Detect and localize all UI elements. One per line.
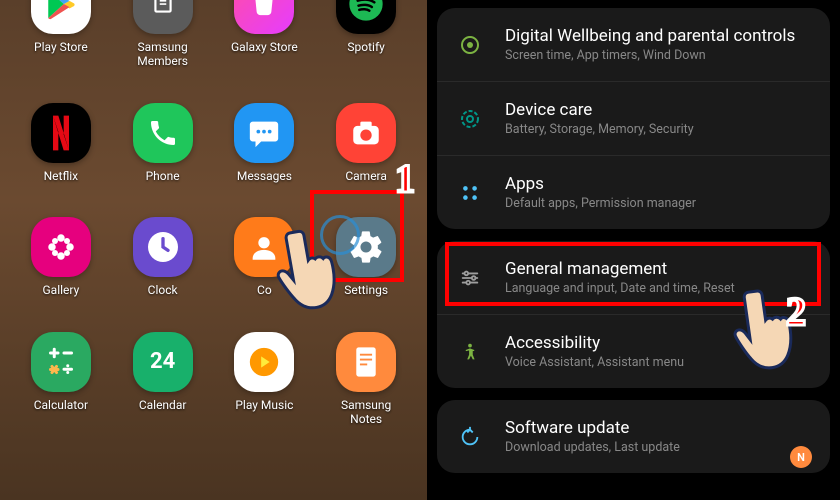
notes-icon bbox=[336, 332, 396, 392]
app-label: Netflix bbox=[44, 169, 79, 183]
netflix-icon bbox=[31, 103, 91, 163]
app-play-store[interactable]: Play Store bbox=[18, 0, 104, 69]
settings-digital-wellbeing[interactable]: Digital Wellbeing and parental controls … bbox=[437, 8, 830, 81]
calendar-icon: 24 bbox=[133, 332, 193, 392]
settings-device-care[interactable]: Device care Battery, Storage, Memory, Se… bbox=[437, 81, 830, 155]
app-label: Calculator bbox=[34, 398, 88, 412]
app-phone[interactable]: Phone bbox=[120, 103, 206, 183]
item-subtitle: Battery, Storage, Memory, Security bbox=[505, 122, 694, 137]
app-label: Play Music bbox=[235, 398, 293, 412]
phone-icon bbox=[133, 103, 193, 163]
app-label: Co bbox=[257, 283, 272, 297]
app-label: Calendar bbox=[139, 398, 187, 412]
item-subtitle: Voice Assistant, Assistant menu bbox=[505, 355, 684, 370]
galaxy-store-icon bbox=[234, 0, 294, 34]
play-music-icon bbox=[234, 332, 294, 392]
calendar-day: 24 bbox=[150, 349, 175, 374]
item-title: Digital Wellbeing and parental controls bbox=[505, 26, 795, 46]
apps-icon bbox=[455, 178, 485, 208]
update-icon bbox=[455, 422, 485, 452]
pointer-hand-icon bbox=[262, 214, 358, 326]
app-label: Galaxy Store bbox=[231, 40, 298, 54]
settings-group-1: Digital Wellbeing and parental controls … bbox=[437, 8, 830, 229]
step-1-badge: 1 bbox=[395, 155, 415, 202]
app-label: Phone bbox=[146, 169, 180, 183]
camera-icon bbox=[336, 103, 396, 163]
wellbeing-icon bbox=[455, 30, 485, 60]
spotify-icon bbox=[336, 0, 396, 34]
item-title: Apps bbox=[505, 174, 696, 194]
gallery-icon bbox=[31, 217, 91, 277]
app-samsung-notes[interactable]: Samsung Notes bbox=[323, 332, 409, 427]
app-messages[interactable]: Messages bbox=[222, 103, 308, 183]
settings-pane: Digital Wellbeing and parental controls … bbox=[427, 0, 840, 500]
app-label: Camera bbox=[345, 169, 387, 183]
sliders-icon bbox=[455, 263, 485, 293]
app-drawer: Play Store Samsung Members Galaxy Store … bbox=[0, 0, 427, 500]
app-gallery[interactable]: Gallery bbox=[18, 217, 104, 297]
device-care-icon bbox=[455, 104, 485, 134]
app-label: Spotify bbox=[347, 40, 384, 54]
settings-group-3: Software update Download updates, Last u… bbox=[437, 400, 830, 473]
item-subtitle: Language and input, Date and time, Reset bbox=[505, 281, 735, 296]
app-label: Clock bbox=[148, 283, 178, 297]
app-clock[interactable]: Clock bbox=[120, 217, 206, 297]
clock-icon bbox=[133, 217, 193, 277]
app-label: Samsung Notes bbox=[341, 398, 391, 427]
accessibility-icon bbox=[455, 337, 485, 367]
app-label: Play Store bbox=[34, 40, 88, 54]
notification-badge: N bbox=[790, 446, 812, 468]
item-subtitle: Screen time, App timers, Wind Down bbox=[505, 48, 795, 63]
settings-software-update[interactable]: Software update Download updates, Last u… bbox=[437, 400, 830, 473]
item-subtitle: Download updates, Last update bbox=[505, 440, 680, 455]
step-2-badge: 2 bbox=[786, 288, 806, 335]
settings-apps[interactable]: Apps Default apps, Permission manager bbox=[437, 155, 830, 229]
app-label: Samsung Members bbox=[137, 40, 188, 69]
item-title: Device care bbox=[505, 100, 694, 120]
app-samsung-members[interactable]: Samsung Members bbox=[120, 0, 206, 69]
app-galaxy-store[interactable]: Galaxy Store bbox=[222, 0, 308, 69]
item-title: General management bbox=[505, 259, 735, 279]
messages-icon bbox=[234, 103, 294, 163]
play-store-icon bbox=[31, 0, 91, 34]
app-play-music[interactable]: Play Music bbox=[222, 332, 308, 427]
app-label: Gallery bbox=[43, 283, 80, 297]
app-spotify[interactable]: Spotify bbox=[323, 0, 409, 69]
members-icon bbox=[133, 0, 193, 34]
app-calendar[interactable]: 24 Calendar bbox=[120, 332, 206, 427]
calculator-icon bbox=[31, 332, 91, 392]
item-title: Software update bbox=[505, 418, 680, 438]
app-netflix[interactable]: Netflix bbox=[18, 103, 104, 183]
app-label: Messages bbox=[237, 169, 292, 183]
item-title: Accessibility bbox=[505, 333, 684, 353]
app-calculator[interactable]: Calculator bbox=[18, 332, 104, 427]
item-subtitle: Default apps, Permission manager bbox=[505, 196, 696, 211]
